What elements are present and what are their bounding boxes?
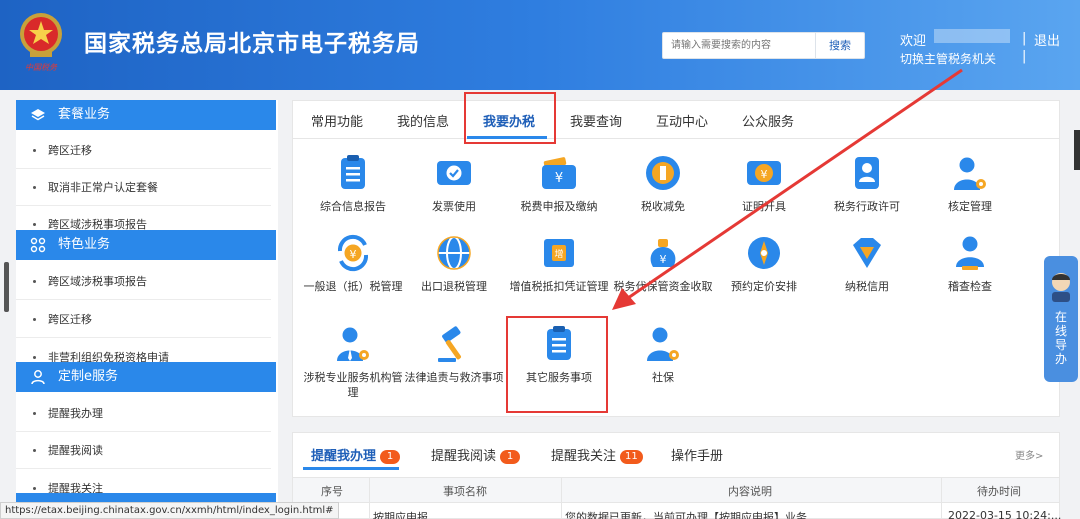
row-time: 2022-03-15 10:24:... bbox=[948, 509, 1062, 519]
column-divider bbox=[561, 477, 562, 519]
column-header: 事项名称 bbox=[443, 485, 487, 498]
online-guide-widget[interactable]: 在线导办 bbox=[1044, 256, 1078, 382]
more-link[interactable]: 更多> bbox=[1015, 447, 1043, 462]
status-bar-url: https://etax.beijing.chinatax.gov.cn/xxm… bbox=[0, 502, 339, 519]
column-header: 待办时间 bbox=[977, 485, 1021, 498]
row-item-name[interactable]: 按期应申报 bbox=[373, 509, 428, 519]
assistant-avatar-icon bbox=[1052, 273, 1070, 302]
table-header: 序号 事项名称 内容说明 待办时间 bbox=[293, 477, 1059, 503]
active-tab-indicator bbox=[303, 467, 399, 470]
tab-manual[interactable]: 操作手册 bbox=[671, 445, 723, 464]
column-header: 序号 bbox=[321, 485, 343, 498]
tab-label: 操作手册 bbox=[671, 449, 724, 464]
tab-remind-do[interactable]: 提醒我办理 1 bbox=[311, 445, 401, 464]
reminders-panel: 提醒我办理 1 提醒我阅读 1 提醒我关注 11 操作手册 更多> 序号 事项名称 内… bbox=[292, 432, 1062, 519]
tab-label: 提醒我阅读 bbox=[431, 449, 497, 464]
column-divider bbox=[941, 477, 942, 519]
count-badge: 1 bbox=[380, 450, 401, 464]
tab-label: 提醒我关注 bbox=[551, 449, 617, 464]
row-description: 您的数据已更新，当前可办理【按期应申报】业务 bbox=[565, 511, 807, 519]
count-badge: 11 bbox=[620, 450, 643, 464]
online-guide-label: 在线导办 bbox=[1054, 310, 1067, 366]
column-header: 内容说明 bbox=[728, 485, 772, 498]
tab-label: 提醒我办理 bbox=[311, 449, 377, 464]
count-badge: 1 bbox=[500, 450, 521, 464]
tab-remind-follow[interactable]: 提醒我关注 11 bbox=[551, 445, 643, 464]
scrollbar-edge bbox=[1074, 130, 1080, 170]
column-divider bbox=[369, 477, 370, 519]
tab-remind-read[interactable]: 提醒我阅读 1 bbox=[431, 445, 521, 464]
